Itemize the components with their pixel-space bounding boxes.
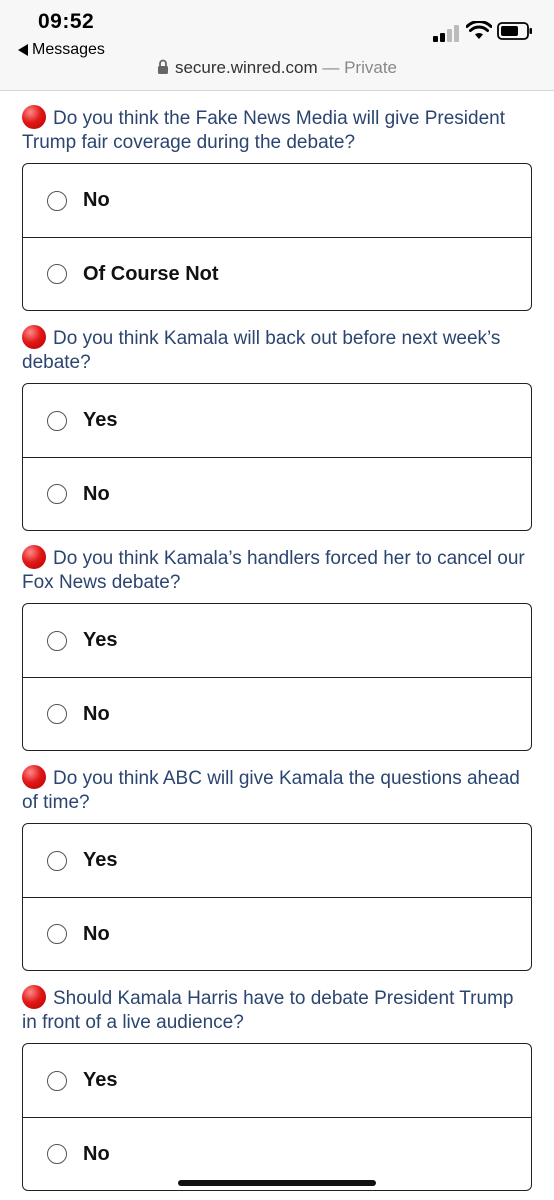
question-heading: Do you think Kamala will back out before… <box>22 325 532 375</box>
poll-question-4: Do you think ABC will give Kamala the qu… <box>22 765 532 971</box>
poll-question-1: Do you think the Fake News Media will gi… <box>22 105 532 311</box>
red-circle-icon <box>22 765 46 789</box>
url-domain: secure.winred.com <box>174 58 318 77</box>
red-circle-icon <box>22 985 46 1009</box>
wifi-icon <box>466 21 492 39</box>
radio-button[interactable] <box>47 924 67 944</box>
question-heading: Do you think Kamala’s handlers forced he… <box>22 545 532 595</box>
header-divider <box>0 90 554 91</box>
answer-option[interactable]: Yes <box>23 384 531 457</box>
private-mode-label: Private <box>344 58 398 77</box>
answer-option[interactable]: No <box>23 677 531 750</box>
answer-option[interactable]: No <box>23 457 531 530</box>
battery-icon <box>497 22 532 40</box>
answer-options: Yes No <box>22 1043 532 1191</box>
answer-label: Yes <box>83 1069 118 1091</box>
answer-option[interactable]: Yes <box>23 824 531 897</box>
red-circle-icon <box>22 545 46 569</box>
answer-label: No <box>83 922 110 945</box>
answer-options: Yes No <box>22 603 532 751</box>
answer-label: No <box>83 482 110 505</box>
poll-question-2: Do you think Kamala will back out before… <box>22 325 532 531</box>
red-circle-icon <box>22 105 46 129</box>
radio-button[interactable] <box>47 264 67 284</box>
back-arrow-icon <box>18 44 28 56</box>
question-heading: Should Kamala Harris have to debate Pres… <box>22 985 532 1035</box>
answer-label: No <box>83 702 110 725</box>
answer-label: Yes <box>83 409 118 431</box>
answer-option[interactable]: Of Course Not <box>23 237 531 310</box>
question-text: Should Kamala Harris have to debate Pres… <box>22 988 514 1033</box>
radio-button[interactable] <box>47 850 67 871</box>
answer-options: Yes No <box>22 823 532 971</box>
status-bar: 09:52 Messages secure.winred.com — Priva… <box>0 0 554 90</box>
cellular-signal-icon <box>433 25 459 42</box>
radio-button[interactable] <box>47 1144 67 1164</box>
answer-options: Yes No <box>22 383 532 531</box>
question-heading: Do you think the Fake News Media will gi… <box>22 105 532 155</box>
red-circle-icon <box>22 325 46 349</box>
question-text: Do you think Kamala’s handlers forced he… <box>22 548 525 593</box>
answer-option[interactable]: Yes <box>23 1044 531 1117</box>
lock-icon <box>157 59 168 74</box>
radio-button[interactable] <box>47 190 67 211</box>
answer-option[interactable]: No <box>23 897 531 970</box>
radio-button[interactable] <box>47 704 67 724</box>
poll-question-5: Should Kamala Harris have to debate Pres… <box>22 985 532 1191</box>
radio-button[interactable] <box>47 1070 67 1091</box>
answer-options: No Of Course Not <box>22 163 532 311</box>
radio-button[interactable] <box>47 484 67 504</box>
answer-label: Yes <box>83 629 118 651</box>
radio-button[interactable] <box>47 410 67 431</box>
question-text: Do you think Kamala will back out before… <box>22 328 501 373</box>
radio-button[interactable] <box>47 630 67 651</box>
clock-time: 09:52 <box>38 10 95 33</box>
question-text: Do you think the Fake News Media will gi… <box>22 108 505 153</box>
answer-option[interactable]: Yes <box>23 604 531 677</box>
answer-label: No <box>83 189 110 211</box>
answer-label: No <box>83 1142 110 1165</box>
poll-question-3: Do you think Kamala’s handlers forced he… <box>22 545 532 751</box>
question-text: Do you think ABC will give Kamala the qu… <box>22 768 520 813</box>
back-to-messages-link[interactable]: Messages <box>18 41 105 59</box>
url-separator: — <box>317 58 345 77</box>
answer-label: Yes <box>83 849 118 871</box>
question-heading: Do you think ABC will give Kamala the qu… <box>22 765 532 815</box>
answer-option[interactable]: No <box>23 164 531 237</box>
back-link-label: Messages <box>32 41 105 58</box>
answer-label: Of Course Not <box>83 262 219 285</box>
address-bar[interactable]: secure.winred.com — Private <box>0 58 554 78</box>
home-indicator[interactable] <box>178 1180 376 1186</box>
